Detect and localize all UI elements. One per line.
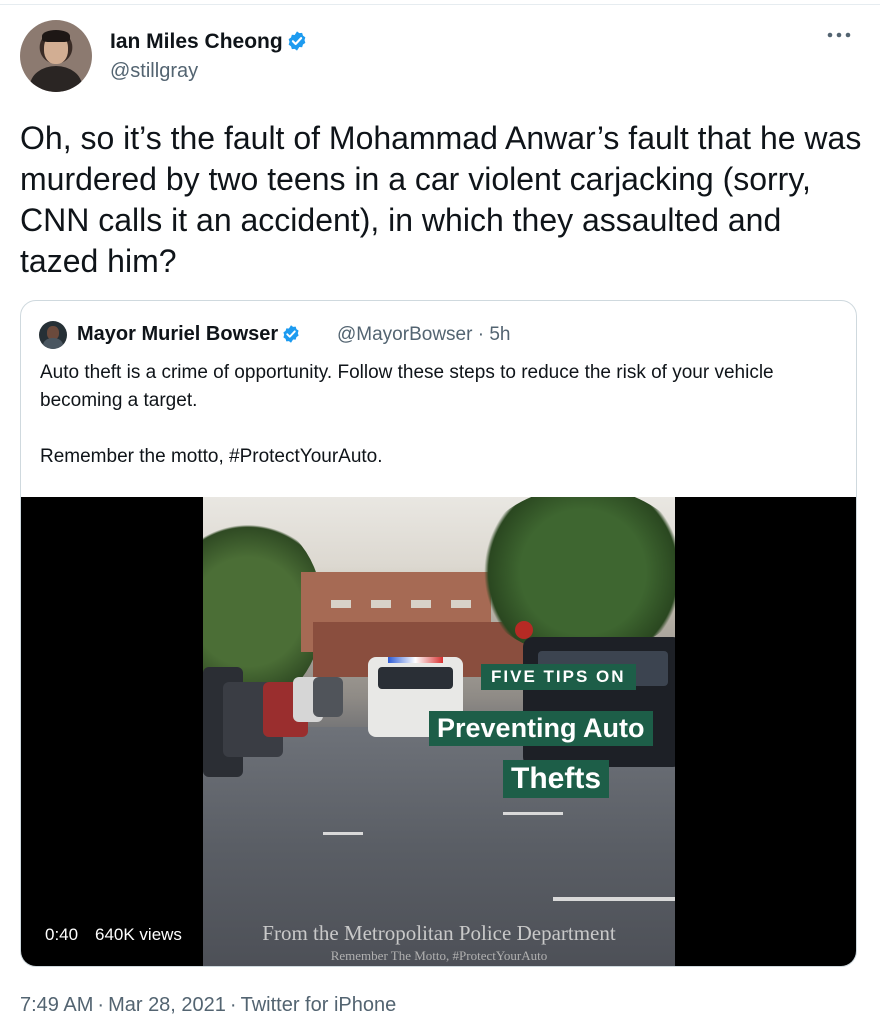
video-overlay-text: FIVE TIPS ON [481,664,636,690]
more-horizontal-icon [827,32,851,38]
top-divider [0,4,880,5]
author-avatar[interactable] [20,20,92,92]
video-duration: 0:40 [45,925,79,944]
video-overlay-text: Preventing Auto [429,711,653,746]
author-name-text[interactable]: Ian Miles Cheong [110,30,283,53]
author-handle[interactable]: @stillgray [110,60,198,83]
tweet-time[interactable]: 7:49 AM [20,994,93,1016]
footer-separator: · [97,994,105,1016]
tweet-footer: 7:49 AM · Mar 28, 2021 · Twitter for iPhone [20,994,396,1017]
tweet-text: Oh, so it’s the fault of Mohammad Anwar’… [20,120,862,279]
video-credit-text: From the Metropolitan Police Department [262,921,616,945]
quoted-meta: @MayorBowser · 5h [337,324,510,346]
verified-badge-icon [286,30,308,58]
meta-separator: · [477,324,485,345]
video-overlay-text: Thefts [503,760,609,798]
tweet-source[interactable]: Twitter for iPhone [241,994,397,1016]
video-player[interactable]: FIVE TIPS ON Preventing Auto Thefts From… [21,497,856,966]
quoted-text: Auto theft is a crime of opportunity. Fo… [40,359,840,499]
author-name[interactable]: Ian Miles Cheong [110,30,308,58]
tweet-date[interactable]: Mar 28, 2021 [108,994,226,1016]
quoted-tweet-card[interactable]: Mayor Muriel Bowser @MayorBowser · 5h Au… [20,300,857,967]
quoted-age[interactable]: 5h [489,324,510,345]
video-credit-subtext: Remember The Motto, #ProtectYourAuto [330,948,548,963]
quoted-author-name[interactable]: Mayor Muriel Bowser [77,323,301,350]
quoted-text-paragraph: Remember the motto, #ProtectYourAuto. [40,446,383,467]
tweet-header: Ian Miles Cheong @stillgray [20,20,860,96]
quoted-author-avatar[interactable] [39,321,67,349]
verified-badge-icon [281,324,301,350]
more-options-button[interactable] [824,26,854,46]
video-views: 640K views [95,925,182,944]
video-thumbnail[interactable]: FIVE TIPS ON Preventing Auto Thefts From… [203,497,675,966]
footer-separator: · [229,994,237,1016]
quoted-author-name-text[interactable]: Mayor Muriel Bowser [77,323,278,345]
quoted-text-paragraph: Auto theft is a crime of opportunity. Fo… [40,362,774,411]
quoted-handle[interactable]: @MayorBowser [337,324,472,345]
